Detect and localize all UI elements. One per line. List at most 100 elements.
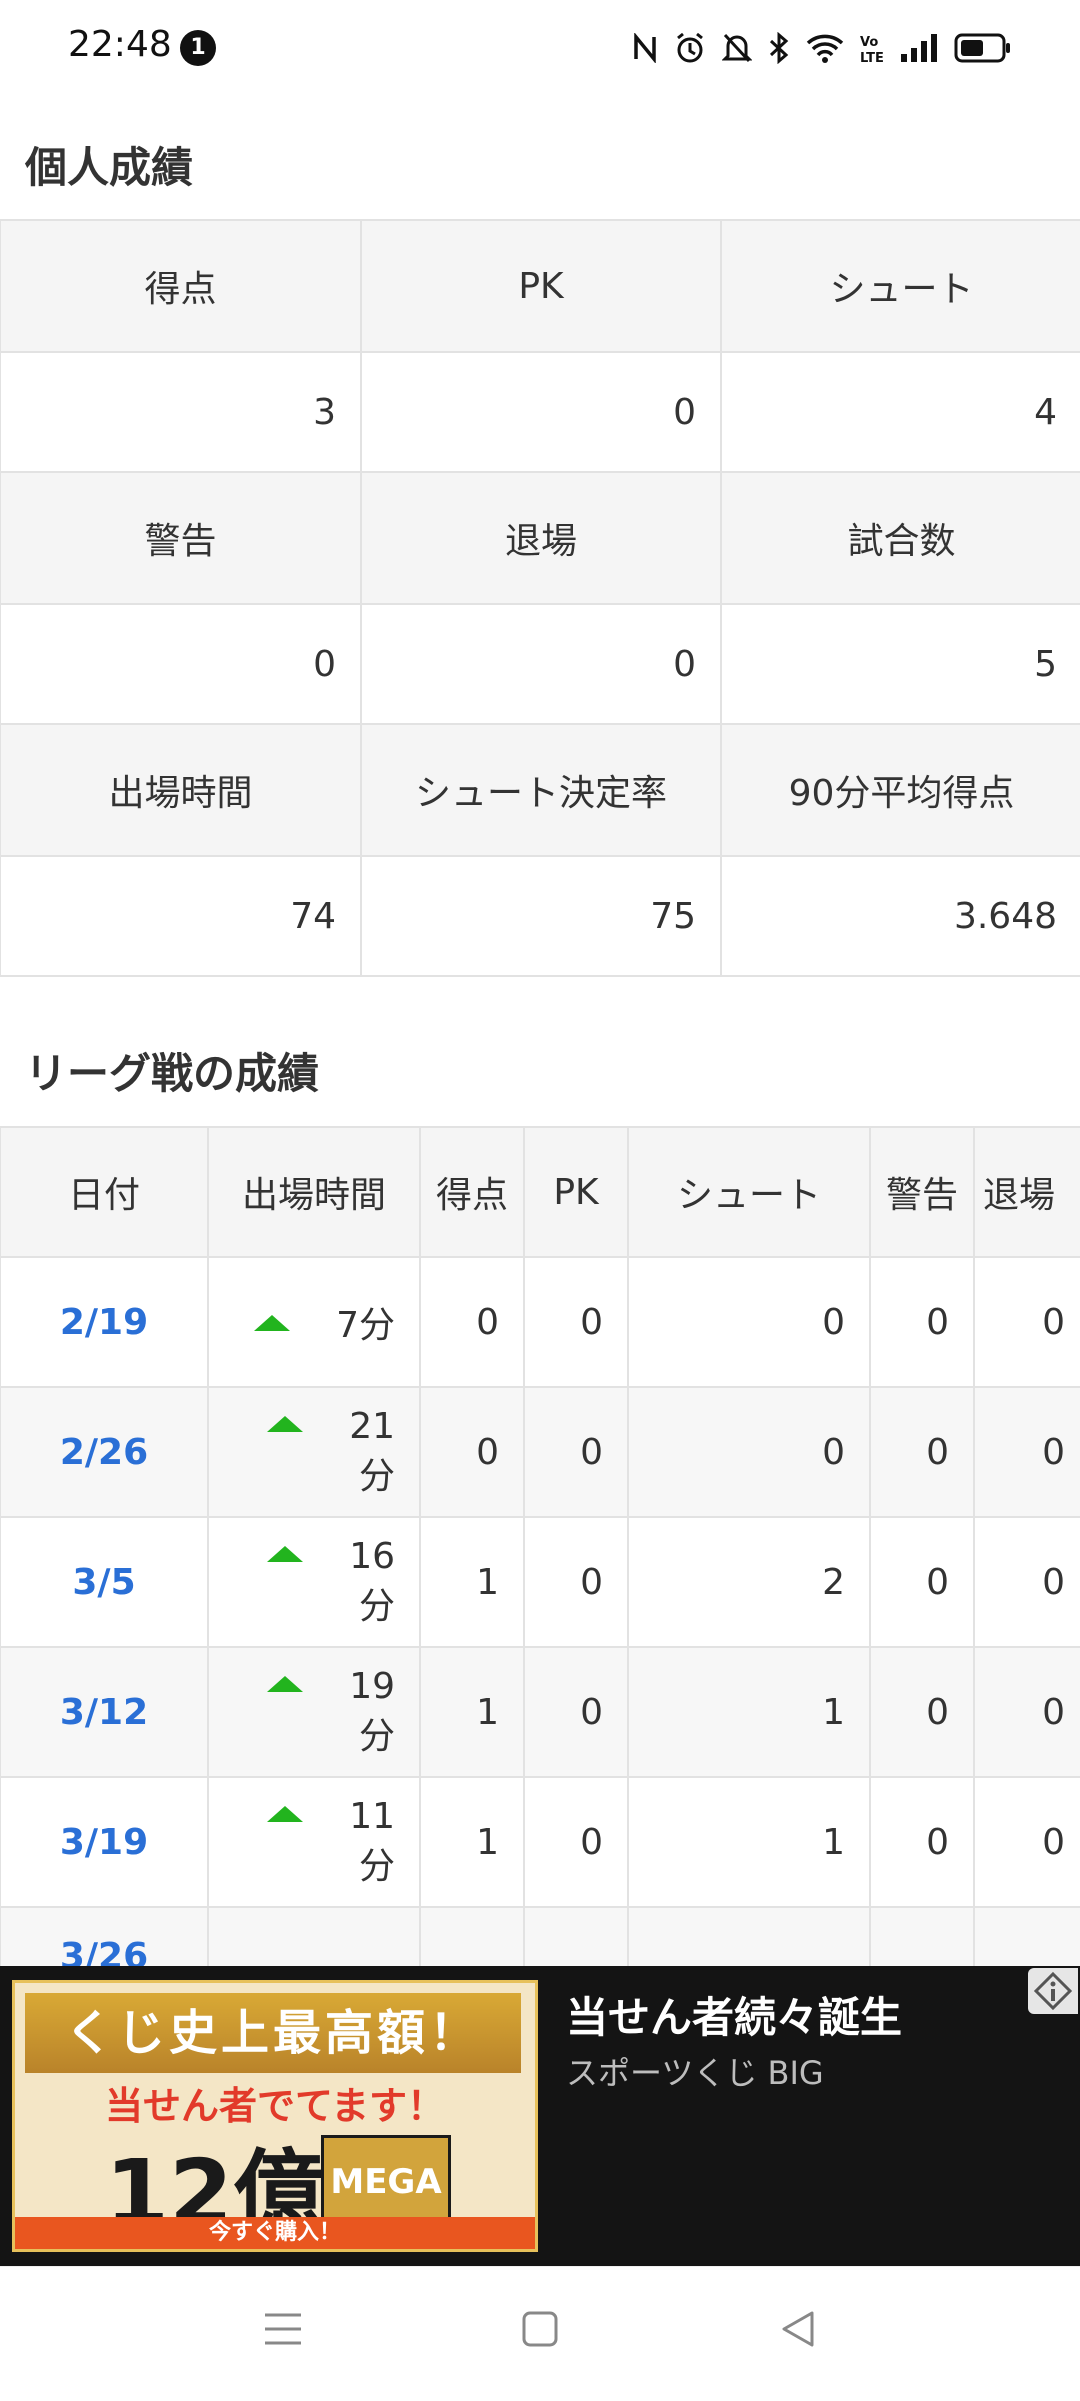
match-pk: 0 [523,1646,629,1778]
table-row: 3/26 [0,1906,1080,1966]
nfc-icon [634,33,656,63]
sub-in-arrow-icon [267,1415,304,1432]
match-date-link[interactable]: 3/19 [0,1776,209,1908]
match-goals: 1 [419,1516,525,1648]
volte-icon: VoLTE [860,35,884,64]
stat-value-shots: 4 [720,351,1080,473]
stat-header-goals: 得点 [0,219,362,353]
table-row: 3/19 11分 1 0 1 0 0 [0,1776,1080,1908]
sub-in-arrow-icon [254,1315,291,1331]
match-goals: 1 [419,1646,525,1778]
table-row: 2/19 7分 0 0 0 0 0 [0,1256,1080,1388]
stat-header-shots: シュート [720,219,1080,353]
svg-text:Vo: Vo [860,35,878,50]
stat-value-goals: 3 [0,351,362,473]
stat-value-per90: 3.648 [720,855,1080,977]
match-date-link[interactable]: 2/26 [0,1386,209,1518]
sub-in-arrow-icon [267,1675,304,1692]
match-red: 0 [973,1776,1080,1908]
match-date-link[interactable]: 3/12 [0,1646,209,1778]
ad-image-banner: くじ史上最高額！ [25,1993,521,2073]
stat-header-red: 退場 [360,471,722,605]
match-minutes: 16分 [349,1535,395,1627]
match-red: 0 [973,1386,1080,1518]
table-row: 3/12 19分 1 0 1 0 0 [0,1646,1080,1778]
sub-in-arrow-icon [267,1805,304,1822]
match-shots: 1 [627,1646,871,1778]
match-goals: 1 [419,1776,525,1908]
col-date: 日付 [0,1126,209,1258]
status-time: 22:48 [68,24,172,65]
match-red: 0 [973,1646,1080,1778]
col-yellow: 警告 [869,1126,975,1258]
match-red: 0 [973,1256,1080,1388]
match-date-link[interactable]: 3/26 [0,1906,209,1966]
match-yellow: 0 [869,1646,975,1778]
match-date-link[interactable]: 2/19 [0,1256,209,1388]
league-stats-title: リーグ戦の成績 [25,1049,320,1098]
match-minutes: 7分 [336,1305,395,1346]
stat-value-conversion: 75 [360,855,722,977]
match-shots: 0 [627,1386,871,1518]
bluetooth-icon [769,32,789,64]
personal-stats-table: 得点 PK シュート 3 0 4 警告 退場 試合数 0 0 5 出場時間 シュ… [0,219,1080,977]
mute-icon [722,33,752,63]
col-red: 退場 [973,1126,1080,1258]
ad-title[interactable]: 当せん者続々誕生 [566,1984,902,2045]
ad-subtitle: スポーツくじ BIG [566,2054,824,2092]
stat-header-conversion: シュート決定率 [360,723,722,857]
col-goals: 得点 [419,1126,525,1258]
ad-info-icon[interactable] [1028,1968,1078,2014]
table-row: 2/26 21分 0 0 0 0 0 [0,1386,1080,1518]
notification-badge: 1 [180,30,216,66]
ad-image[interactable]: くじ史上最高額！ 当せん者でてます！ 12億 MEGA BIG 今すぐ購入！ [12,1980,538,2252]
ad-image-logo: MEGA BIG [321,2135,451,2223]
match-minutes: 19分 [349,1665,395,1757]
status-bar: 22:48 1 Vo LTE [0,0,1080,96]
stat-header-minutes: 出場時間 [0,723,362,857]
match-yellow: 0 [869,1256,975,1388]
match-yellow: 0 [869,1776,975,1908]
match-yellow: 0 [869,1516,975,1648]
personal-stats-title: 個人成績 [25,143,194,192]
stat-header-pk: PK [360,219,722,353]
match-yellow: 0 [869,1386,975,1518]
league-table-header: 日付 出場時間 得点 PK シュート 警告 退場 [0,1126,1080,1258]
alarm-icon [677,32,703,63]
match-shots: 0 [627,1256,871,1388]
ad-image-cta: 今すぐ購入！ [15,2217,535,2249]
wifi-icon [806,34,844,63]
stat-header-matches: 試合数 [720,471,1080,605]
stat-header-yellow: 警告 [0,471,362,605]
col-pk: PK [523,1126,629,1258]
league-stats-table: 日付 出場時間 得点 PK シュート 警告 退場 2/19 7分 0 0 0 0… [0,1126,1080,1966]
stat-value-red: 0 [360,603,722,725]
match-goals: 0 [419,1386,525,1518]
match-pk: 0 [523,1256,629,1388]
match-minutes: 21分 [349,1405,395,1497]
match-pk: 0 [523,1386,629,1518]
stat-value-pk: 0 [360,351,722,473]
stat-value-minutes: 74 [0,855,362,977]
battery-icon [954,33,1010,63]
match-date-link[interactable]: 3/5 [0,1516,209,1648]
col-minutes: 出場時間 [207,1126,421,1258]
back-icon[interactable] [778,2309,818,2353]
table-row: 3/5 16分 1 0 2 0 0 [0,1516,1080,1648]
home-icon[interactable] [520,2309,560,2353]
status-icons: Vo LTE [632,26,1012,70]
stat-header-per90: 90分平均得点 [720,723,1080,857]
menu-icon[interactable] [262,2309,304,2353]
match-shots: 1 [627,1776,871,1908]
match-shots: 2 [627,1516,871,1648]
match-pk: 0 [523,1516,629,1648]
match-red: 0 [973,1516,1080,1648]
match-minutes: 11分 [349,1795,395,1887]
match-pk: 0 [523,1776,629,1908]
league-table-viewport[interactable]: 日付 出場時間 得点 PK シュート 警告 退場 2/19 7分 0 0 0 0… [0,1126,1080,1966]
ad-banner[interactable]: くじ史上最高額！ 当せん者でてます！ 12億 MEGA BIG 今すぐ購入！ 当… [0,1966,1080,2266]
stat-value-yellow: 0 [0,603,362,725]
match-goals: 0 [419,1256,525,1388]
sub-in-arrow-icon [267,1545,304,1562]
navigation-bar [0,2266,1080,2401]
